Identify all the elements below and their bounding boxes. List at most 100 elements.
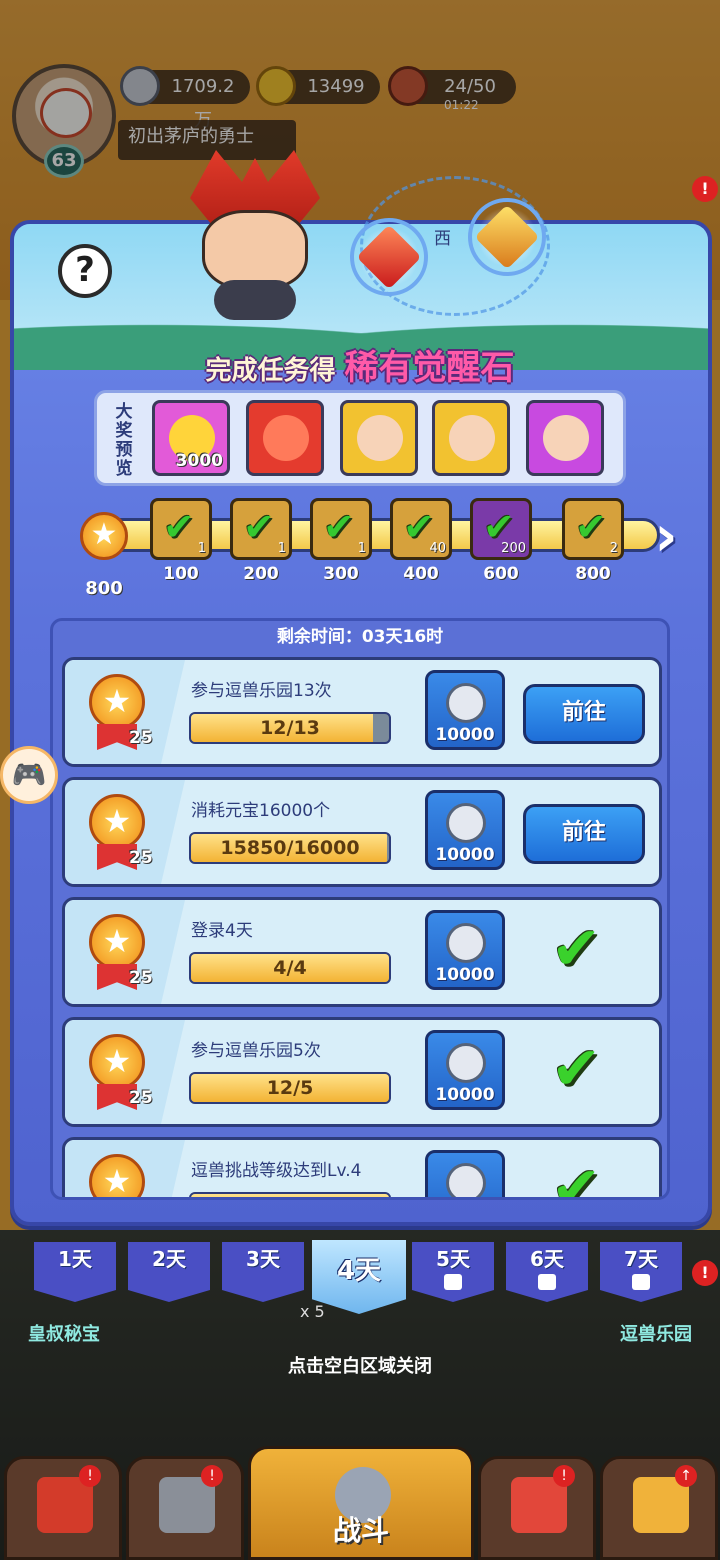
- reward-silver-icon[interactable]: 10000: [425, 1030, 505, 1110]
- task-progress-text: 15850/16000: [220, 837, 360, 859]
- day-tab-6[interactable]: 6天: [506, 1242, 588, 1302]
- reward-qty: 10000: [435, 845, 495, 865]
- hero-body: [214, 280, 296, 320]
- day-tab-label: 5天: [436, 1247, 470, 1271]
- task-progress-bar: 15850/16000: [189, 832, 391, 864]
- preview-item-gold-ingot[interactable]: 3000: [152, 400, 230, 476]
- preview-item-hero-portrait-2[interactable]: [432, 400, 510, 476]
- task-name: 逗兽挑战等级达到Lv.4: [191, 1161, 362, 1181]
- reward-silver-icon[interactable]: 10000: [425, 670, 505, 750]
- milestone-qty: 1: [357, 541, 366, 556]
- task-points: 25: [129, 728, 153, 748]
- go-button[interactable]: 前往: [523, 684, 645, 744]
- preview-item-mystery-puzzle[interactable]: [246, 400, 324, 476]
- day-tab-label: 1天: [58, 1247, 92, 1271]
- task-points: 25: [129, 1088, 153, 1108]
- upgrade-arrow-icon: ↑: [675, 1465, 697, 1487]
- milestone-points-label: 800: [575, 564, 611, 584]
- task-row: ★ 25 消耗元宝16000个 15850/16000 10000 前往: [62, 777, 662, 887]
- day-tab-7[interactable]: 7天: [600, 1242, 682, 1302]
- milestone-points-label: 200: [243, 564, 279, 584]
- headline-prefix: 完成任务得: [205, 356, 336, 386]
- red-awakening-stone-icon: [350, 218, 428, 296]
- reward-qty: 10000: [435, 965, 495, 985]
- task-row: ★ 25 参与逗兽乐园5次 12/5 10000 ✔: [62, 1017, 662, 1127]
- task-complete-check-icon: ✔: [551, 1154, 602, 1200]
- milestone-points-label: 100: [163, 564, 199, 584]
- task-progress-text: 4/4: [273, 957, 307, 979]
- preview-item-hero-portrait-1[interactable]: [340, 400, 418, 476]
- preview-label: 大奖预览: [115, 402, 133, 479]
- claimed-check-icon: ✔: [163, 505, 195, 549]
- stone-ring-label: 西: [434, 229, 451, 249]
- task-row: ★ 逗兽挑战等级达到Lv.4 ✔: [62, 1137, 662, 1200]
- milestone-qty: 1: [197, 541, 206, 556]
- alert-badge-icon: !: [692, 1260, 718, 1286]
- silver-coin-icon: [446, 923, 486, 963]
- task-complete-check-icon: ✔: [551, 1034, 602, 1104]
- close-hint[interactable]: 点击空白区域关闭: [0, 1352, 720, 1378]
- gamepad-icon[interactable]: 🎮: [0, 746, 58, 804]
- nav-pets-button[interactable]: !: [478, 1456, 596, 1560]
- milestone-chest[interactable]: ✔ 1: [310, 498, 372, 560]
- reward-silver-icon[interactable]: [425, 1150, 505, 1197]
- panel-headline: 完成任务得 稀有觉醒石: [0, 340, 720, 389]
- task-complete-check-icon: ✔: [551, 914, 602, 984]
- milestone-qty: 200: [501, 541, 526, 556]
- pet-park-label[interactable]: 逗兽乐园: [620, 1320, 692, 1346]
- go-button[interactable]: 前往: [523, 804, 645, 864]
- task-points: 25: [129, 848, 153, 868]
- nav-battle-button[interactable]: 战斗: [248, 1446, 474, 1560]
- lock-icon: [538, 1274, 556, 1290]
- lock-icon: [444, 1274, 462, 1290]
- day-tab-2[interactable]: 2天: [128, 1242, 210, 1302]
- task-progress-bar: 12/13: [189, 712, 391, 744]
- milestone-chest[interactable]: ✔ 1: [230, 498, 292, 560]
- preview-item-hero-portrait-3[interactable]: [526, 400, 604, 476]
- milestone-chest[interactable]: ✔ 2: [562, 498, 624, 560]
- points-medal-icon: ★: [89, 674, 145, 730]
- hero-character-art: [180, 150, 330, 320]
- claimed-check-icon: ✔: [323, 505, 355, 549]
- points-medal-icon: ★: [89, 794, 145, 850]
- silver-coin-icon: [446, 683, 486, 723]
- claimed-check-icon: ✔: [243, 505, 275, 549]
- nav-upgrade-button[interactable]: ↑: [600, 1456, 718, 1560]
- next-page-arrow-icon[interactable]: ›: [644, 504, 688, 570]
- day-tab-4[interactable]: 4天: [312, 1240, 406, 1314]
- lock-icon: [632, 1274, 650, 1290]
- milestone-chest[interactable]: ✔ 1: [150, 498, 212, 560]
- task-list[interactable]: 剩余时间：03天16时 ★ 25 参与逗兽乐园13次 12/13 10000 前往 ★ 25 消…: [50, 618, 670, 1200]
- reward-silver-icon[interactable]: 10000: [425, 910, 505, 990]
- day-tab-label: 7天: [624, 1247, 658, 1271]
- reward-qty: 10000: [435, 1085, 495, 1105]
- hero-portrait-2-icon: [449, 415, 495, 461]
- milestone-chest[interactable]: ✔ 200: [470, 498, 532, 560]
- nav-equipment-button[interactable]: !: [126, 1456, 244, 1560]
- day-tab-1[interactable]: 1天: [34, 1242, 116, 1302]
- gold-awakening-stone-icon: [468, 198, 546, 276]
- task-progress-fill: [191, 1194, 389, 1197]
- day-tab-label: 6天: [530, 1247, 564, 1271]
- alert-badge-icon: !: [79, 1465, 101, 1487]
- alert-badge-icon: !: [201, 1465, 223, 1487]
- help-button[interactable]: ?: [58, 244, 112, 298]
- day-tab-label: 4天: [336, 1256, 382, 1286]
- task-name: 参与逗兽乐园13次: [191, 681, 332, 701]
- reward-silver-icon[interactable]: 10000: [425, 790, 505, 870]
- nav-shop-button[interactable]: !: [4, 1456, 122, 1560]
- task-progress-bar: [189, 1192, 391, 1197]
- day-tab-5[interactable]: 5天: [412, 1242, 494, 1302]
- alert-badge-icon: !: [553, 1465, 575, 1487]
- royal-uncle-treasure-label[interactable]: 皇叔秘宝: [28, 1320, 100, 1346]
- task-points: 25: [129, 968, 153, 988]
- points-medal-icon: ★: [89, 914, 145, 970]
- multiplier-label: x 5: [300, 1302, 325, 1321]
- claimed-check-icon: ✔: [575, 505, 607, 549]
- day-tab-3[interactable]: 3天: [222, 1242, 304, 1302]
- points-star-icon: ★: [80, 512, 128, 560]
- task-row: ★ 25 登录4天 4/4 10000 ✔: [62, 897, 662, 1007]
- milestone-chest[interactable]: ✔ 40: [390, 498, 452, 560]
- points-medal-icon: ★: [89, 1034, 145, 1090]
- milestone-points-label: 300: [323, 564, 359, 584]
